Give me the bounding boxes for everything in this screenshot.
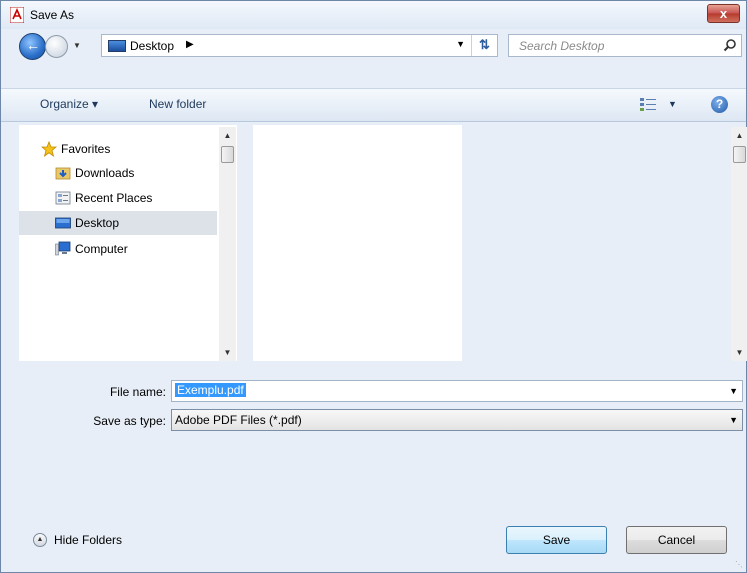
search-icon[interactable] xyxy=(723,38,737,52)
filename-field[interactable]: Exemplu.pdf ▼ xyxy=(171,380,743,402)
close-button[interactable]: x xyxy=(707,4,740,23)
save-type-value[interactable]: Adobe PDF Files (*.pdf) xyxy=(175,413,302,427)
views-dropdown-icon[interactable]: ▼ xyxy=(668,99,677,109)
organize-button[interactable]: Organize ▾ xyxy=(40,97,98,111)
file-list-scrollbar[interactable]: ▲ ▼ xyxy=(731,127,747,361)
star-icon xyxy=(41,141,57,157)
sidebar-scrollbar[interactable]: ▲ ▼ xyxy=(219,127,236,361)
save-as-dialog: Save As x ← → ▼ Desktop ▶ ▼ ⇅ Search Des… xyxy=(0,0,747,573)
sidebar-item-desktop[interactable]: Desktop xyxy=(19,211,217,235)
arrow-right-icon: → xyxy=(51,38,65,54)
help-icon[interactable]: ? xyxy=(711,96,728,113)
search-input[interactable]: Search Desktop xyxy=(508,34,742,57)
address-bar[interactable]: Desktop ▶ ▼ ⇅ xyxy=(101,34,498,57)
scrollbar-thumb[interactable] xyxy=(221,146,234,163)
title-bar: Save As x xyxy=(1,1,746,29)
navigation-bar: ← → ▼ Desktop ▶ ▼ ⇅ Search Desktop xyxy=(1,29,746,65)
desktop-icon xyxy=(108,40,126,52)
refresh-button[interactable]: ⇅ xyxy=(471,35,497,56)
save-type-label: Save as type: xyxy=(93,414,166,428)
new-folder-button[interactable]: New folder xyxy=(149,97,206,111)
window-title: Save As xyxy=(30,8,75,22)
desktop-icon xyxy=(55,217,71,229)
hide-folders-label[interactable]: Hide Folders xyxy=(54,533,122,547)
sidebar-item-label: Favorites xyxy=(61,142,111,156)
save-button[interactable]: Save xyxy=(506,526,607,554)
scroll-up-icon[interactable]: ▲ xyxy=(731,131,747,140)
sidebar-item-recent-places[interactable]: Recent Places xyxy=(19,186,217,210)
forward-button[interactable]: → xyxy=(45,35,68,58)
sidebar-item-label: Desktop xyxy=(75,216,120,230)
resize-grip-icon[interactable]: ⋱ xyxy=(735,560,743,569)
file-list[interactable] xyxy=(253,125,462,361)
chevron-down-icon[interactable]: ▼ xyxy=(729,415,738,425)
filename-label: File name: xyxy=(109,385,166,399)
navigation-pane: Favorites Downloads Recent Places Deskto… xyxy=(19,125,237,361)
command-bar: Organize ▾ New folder ▼ ? xyxy=(1,88,746,122)
save-type-select[interactable]: Adobe PDF Files (*.pdf) ▼ xyxy=(171,409,743,431)
sidebar-item-downloads[interactable]: Downloads xyxy=(19,161,217,185)
sidebar-item-label: Downloads xyxy=(75,166,135,180)
search-placeholder: Search Desktop xyxy=(519,39,605,53)
address-dropdown-icon[interactable]: ▼ xyxy=(456,39,465,49)
history-dropdown-icon[interactable]: ▼ xyxy=(73,41,81,50)
arrow-left-icon: ← xyxy=(26,37,40,53)
computer-icon xyxy=(55,241,71,256)
scroll-down-icon[interactable]: ▼ xyxy=(219,348,236,357)
filename-value[interactable]: Exemplu.pdf xyxy=(175,383,246,397)
scroll-down-icon[interactable]: ▼ xyxy=(731,348,747,357)
pdf-app-icon xyxy=(10,7,24,23)
chevron-up-icon[interactable]: ▲ xyxy=(33,533,47,547)
chevron-down-icon[interactable]: ▼ xyxy=(729,386,738,396)
chevron-right-icon[interactable]: ▶ xyxy=(186,39,194,50)
views-icon[interactable] xyxy=(640,97,656,111)
sidebar-item-computer[interactable]: Computer xyxy=(19,237,217,261)
recent-places-icon xyxy=(55,191,71,205)
downloads-folder-icon xyxy=(55,167,71,180)
sidebar-item-favorites[interactable]: Favorites xyxy=(19,137,217,161)
back-button[interactable]: ← xyxy=(19,33,46,60)
scroll-up-icon[interactable]: ▲ xyxy=(219,131,236,140)
address-text[interactable]: Desktop xyxy=(130,39,174,53)
cancel-button[interactable]: Cancel xyxy=(626,526,727,554)
sidebar-item-label: Recent Places xyxy=(75,191,153,205)
sidebar-item-label: Computer xyxy=(75,242,128,256)
scrollbar-thumb[interactable] xyxy=(733,146,746,163)
